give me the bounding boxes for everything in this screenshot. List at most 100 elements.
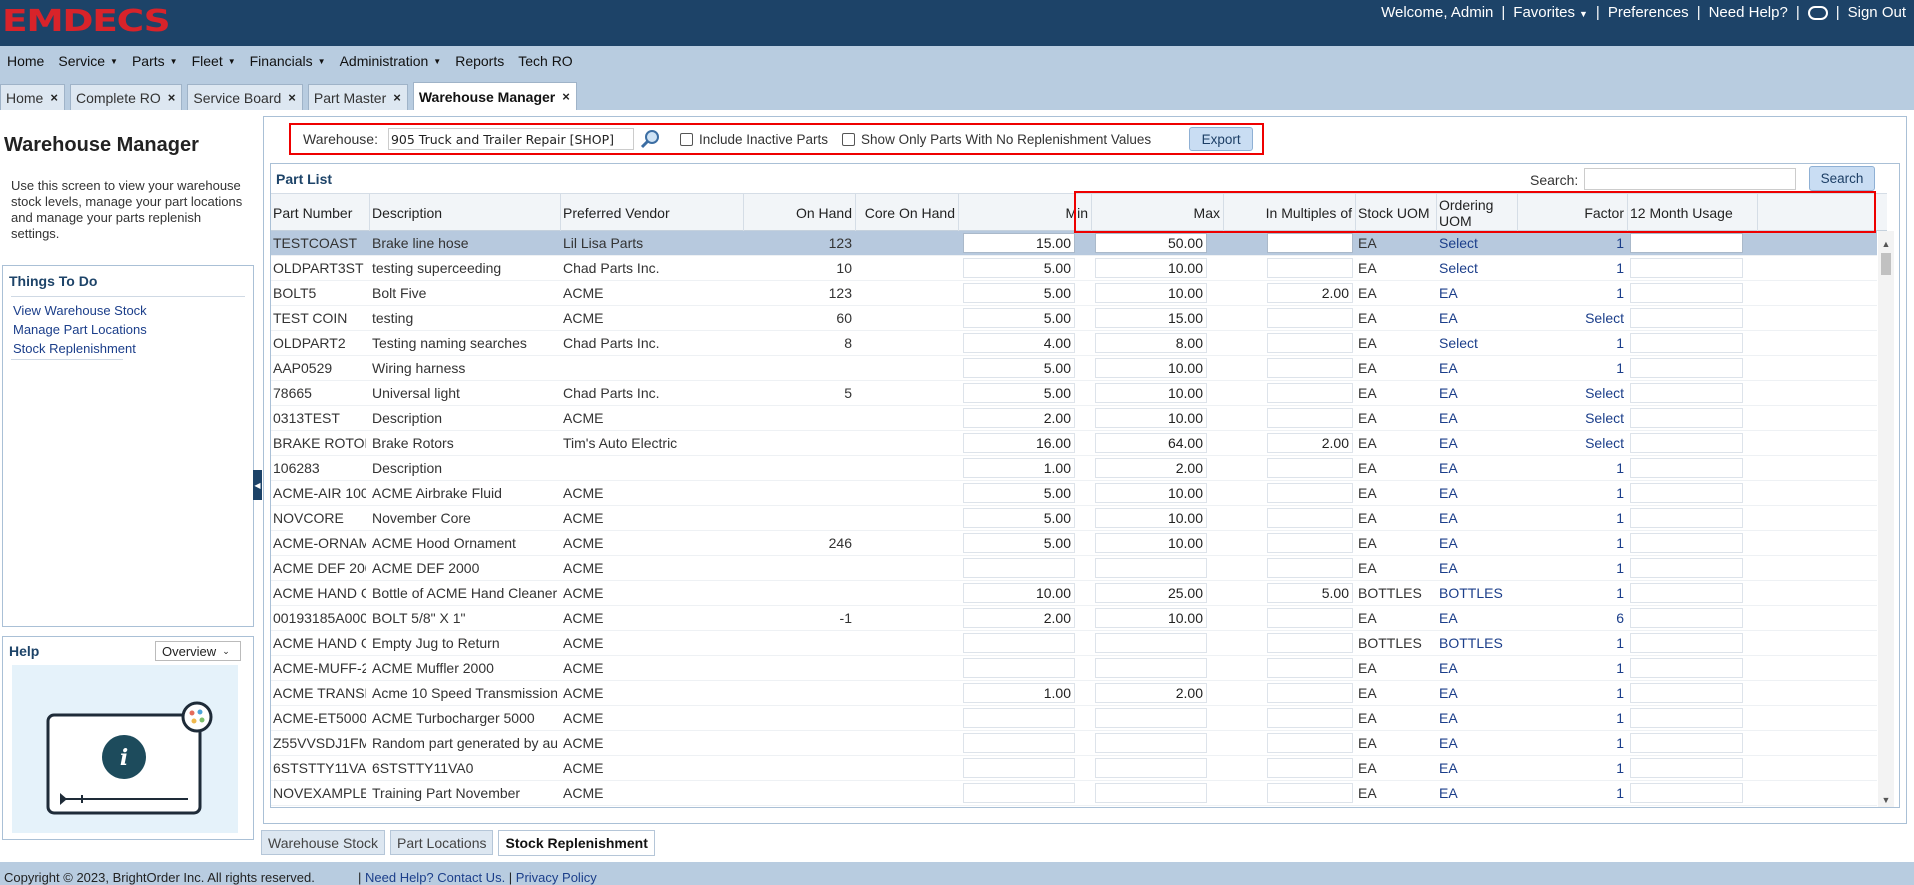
menu-item-administration[interactable]: Administration ▼ <box>340 53 442 69</box>
table-row[interactable]: ACME-ET5000 ACME Turbocharger 5000 ACME EA E… <box>271 706 1877 731</box>
mult-input[interactable] <box>1267 683 1353 703</box>
max-input[interactable]: 2.00 <box>1095 458 1207 478</box>
max-input[interactable] <box>1095 733 1207 753</box>
usage-input[interactable] <box>1630 233 1743 253</box>
usage-input[interactable] <box>1630 658 1743 678</box>
min-input[interactable]: 15.00 <box>963 233 1075 253</box>
mult-input[interactable] <box>1267 758 1353 778</box>
tab-home[interactable]: Home × <box>0 84 65 110</box>
usage-input[interactable] <box>1630 583 1743 603</box>
factor-cell[interactable]: 1 <box>1520 356 1624 380</box>
max-input[interactable]: 10.00 <box>1095 608 1207 628</box>
things-link-view-warehouse-stock[interactable]: View Warehouse Stock <box>13 301 253 320</box>
usage-input[interactable] <box>1630 308 1743 328</box>
factor-cell[interactable]: 6 <box>1520 606 1624 630</box>
usage-input[interactable] <box>1630 633 1743 653</box>
usage-input[interactable] <box>1630 258 1743 278</box>
min-input[interactable]: 1.00 <box>963 683 1075 703</box>
ouom-cell[interactable]: EA <box>1439 306 1514 330</box>
column-header-12-month-usage[interactable]: 12 Month Usage <box>1628 194 1758 232</box>
mult-input[interactable]: 5.00 <box>1267 583 1353 603</box>
bottom-tab-part-locations[interactable]: Part Locations <box>389 830 494 855</box>
preferences-link[interactable]: Preferences <box>1608 4 1689 21</box>
table-row[interactable]: BRAKE ROTOR Brake Rotors Tim's Auto Electr… <box>271 431 1877 456</box>
mult-input[interactable] <box>1267 608 1353 628</box>
usage-input[interactable] <box>1630 433 1743 453</box>
max-input[interactable] <box>1095 783 1207 803</box>
mult-input[interactable] <box>1267 633 1353 653</box>
ouom-cell[interactable]: EA <box>1439 431 1514 455</box>
tab-complete-ro[interactable]: Complete RO × <box>69 84 183 110</box>
max-input[interactable]: 25.00 <box>1095 583 1207 603</box>
mult-input[interactable] <box>1267 458 1353 478</box>
factor-cell[interactable]: 1 <box>1520 681 1624 705</box>
min-input[interactable]: 16.00 <box>963 433 1075 453</box>
ouom-cell[interactable]: EA <box>1439 556 1514 580</box>
column-header-core-on-hand[interactable]: Core On Hand <box>856 194 959 232</box>
table-row[interactable]: BOLT5 Bolt Five ACME 123 5.00 10.00 2.00 EA EA 1 <box>271 281 1877 306</box>
factor-cell[interactable]: 1 <box>1520 506 1624 530</box>
favorites-menu[interactable]: Favorites ▼ <box>1513 4 1588 21</box>
max-input[interactable]: 10.00 <box>1095 258 1207 278</box>
table-row[interactable]: 00193185A000-1239U213... BOLT 5/8" X 1" AC… <box>271 606 1877 631</box>
ouom-cell[interactable]: EA <box>1439 656 1514 680</box>
ouom-cell[interactable]: EA <box>1439 356 1514 380</box>
export-button[interactable]: Export <box>1189 127 1254 151</box>
help-topic-select[interactable]: Overview ⌄ <box>155 641 241 661</box>
usage-input[interactable] <box>1630 408 1743 428</box>
collapse-sidebar-handle[interactable]: ◀ <box>253 470 262 500</box>
table-row[interactable]: ACME-AIR 1000 ACME Airbrake Fluid ACME 5.00… <box>271 481 1877 506</box>
column-header-in-multiples-of[interactable]: In Multiples of <box>1224 194 1356 232</box>
max-input[interactable] <box>1095 758 1207 778</box>
scroll-thumb[interactable] <box>1881 253 1891 275</box>
usage-input[interactable] <box>1630 533 1743 553</box>
table-row[interactable]: ACME TRANSMISSION 3000 Acme 10 Speed Tran… <box>271 681 1877 706</box>
usage-input[interactable] <box>1630 483 1743 503</box>
factor-cell[interactable]: 1 <box>1520 256 1624 280</box>
ouom-cell[interactable]: EA <box>1439 531 1514 555</box>
min-input[interactable]: 5.00 <box>963 533 1075 553</box>
scroll-down-icon[interactable]: ▼ <box>1878 793 1894 807</box>
min-input[interactable]: 5.00 <box>963 383 1075 403</box>
things-link-manage-part-locations[interactable]: Manage Part Locations <box>13 320 253 339</box>
max-input[interactable]: 10.00 <box>1095 383 1207 403</box>
ouom-cell[interactable]: Select <box>1439 331 1514 355</box>
mult-input[interactable] <box>1267 533 1353 553</box>
max-input[interactable]: 2.00 <box>1095 683 1207 703</box>
max-input[interactable]: 8.00 <box>1095 333 1207 353</box>
privacy-link[interactable]: Privacy Policy <box>516 870 597 885</box>
factor-cell[interactable]: 1 <box>1520 706 1624 730</box>
min-input[interactable]: 5.00 <box>963 308 1075 328</box>
mult-input[interactable] <box>1267 483 1353 503</box>
min-input[interactable] <box>963 558 1075 578</box>
usage-input[interactable] <box>1630 708 1743 728</box>
table-row[interactable]: ACME DEF 2000ACME DEF 2000ACMEEAEA1 <box>271 556 1877 581</box>
factor-cell[interactable]: 1 <box>1520 481 1624 505</box>
mult-input[interactable] <box>1267 333 1353 353</box>
min-input[interactable]: 10.00 <box>963 583 1075 603</box>
table-row[interactable]: ACME HAND CLEANER Bottle of ACME Hand Cle… <box>271 581 1877 606</box>
table-row[interactable]: 0313TEST Description ACME 2.00 10.00 EA EA Sele… <box>271 406 1877 431</box>
tab-part-master[interactable]: Part Master × <box>307 84 408 110</box>
min-input[interactable]: 2.00 <box>963 608 1075 628</box>
scroll-up-icon[interactable]: ▲ <box>1878 237 1894 251</box>
menu-item-service[interactable]: Service ▼ <box>58 53 118 69</box>
usage-input[interactable] <box>1630 458 1743 478</box>
table-row[interactable]: TESTCOAST Brake line hose Lil Lisa Parts 12… <box>271 231 1877 256</box>
mult-input[interactable]: 2.00 <box>1267 433 1353 453</box>
max-input[interactable]: 10.00 <box>1095 533 1207 553</box>
mult-input[interactable] <box>1267 358 1353 378</box>
max-input[interactable]: 64.00 <box>1095 433 1207 453</box>
menu-item-parts[interactable]: Parts ▼ <box>132 53 178 69</box>
ouom-cell[interactable]: EA <box>1439 606 1514 630</box>
factor-cell[interactable]: 1 <box>1520 281 1624 305</box>
table-row[interactable]: Z55VVSDJ1FM0 Random part generated by aut… <box>271 731 1877 756</box>
ouom-cell[interactable]: EA <box>1439 706 1514 730</box>
ouom-cell[interactable]: EA <box>1439 506 1514 530</box>
search-input[interactable] <box>1584 168 1796 190</box>
ouom-cell[interactable]: EA <box>1439 281 1514 305</box>
warehouse-input[interactable]: 905 Truck and Trailer Repair [SHOP] <box>387 128 634 150</box>
mult-input[interactable] <box>1267 308 1353 328</box>
ouom-cell[interactable]: EA <box>1439 456 1514 480</box>
toggle-icon[interactable] <box>1807 5 1828 20</box>
